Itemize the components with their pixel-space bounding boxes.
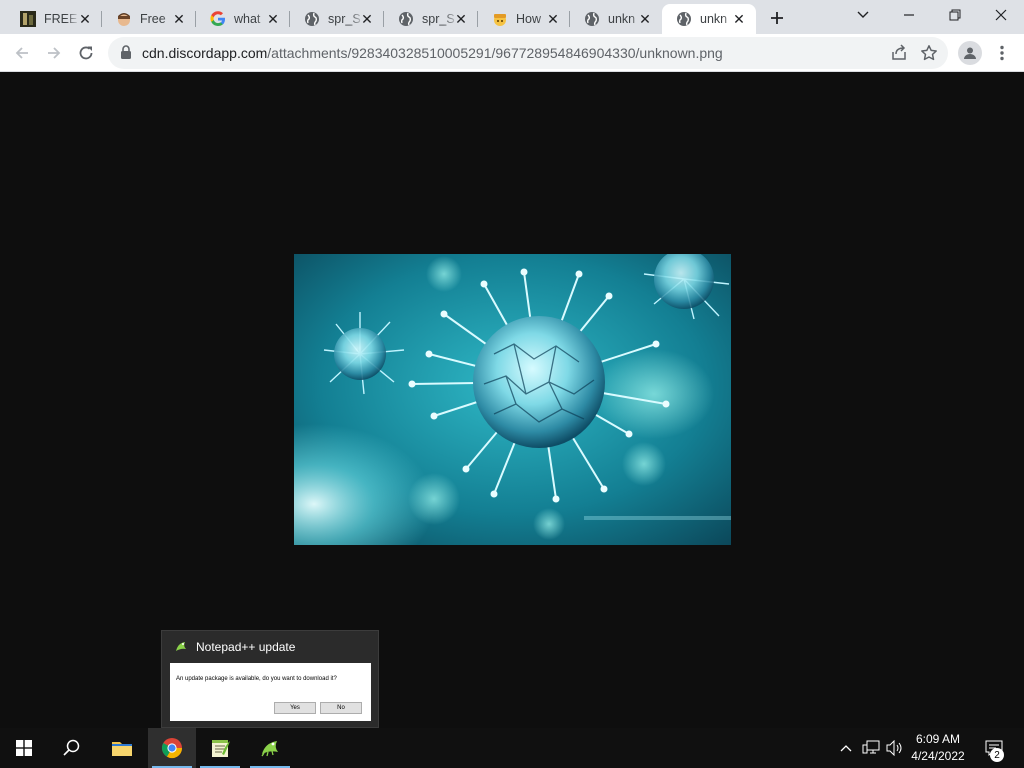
tab-7[interactable]: unkn ✕: [570, 4, 662, 34]
kebab-menu-icon: [1000, 45, 1004, 61]
close-tab-icon[interactable]: ✕: [76, 10, 94, 28]
close-icon: [995, 9, 1007, 21]
clock-time: 6:09 AM: [915, 732, 961, 746]
forward-button[interactable]: [40, 39, 68, 67]
profile-avatar[interactable]: [958, 41, 982, 65]
globe-icon: [398, 11, 414, 27]
close-tab-icon[interactable]: ✕: [452, 10, 470, 28]
notification-count-badge: 2: [990, 748, 1004, 762]
google-favicon-icon: [210, 11, 226, 27]
close-tab-icon[interactable]: ✕: [730, 10, 748, 28]
back-button[interactable]: [8, 39, 36, 67]
tab-3[interactable]: what ✕: [196, 4, 290, 34]
show-hidden-icons-button[interactable]: [836, 728, 856, 768]
chrome-icon: [161, 738, 183, 759]
close-tab-icon[interactable]: ✕: [170, 10, 188, 28]
tab-8-active[interactable]: unkn ✕: [662, 4, 756, 34]
globe-icon: [676, 11, 692, 27]
restore-icon: [949, 9, 961, 21]
avatar-favicon-icon: [116, 11, 132, 27]
close-tab-icon[interactable]: ✕: [544, 10, 562, 28]
notepadpp-editor-icon: [212, 740, 230, 757]
lock-icon: [120, 45, 132, 65]
emoji-favicon-icon: [492, 11, 508, 27]
clock-date: 4/24/2022: [911, 749, 965, 763]
share-icon[interactable]: [890, 44, 908, 67]
system-clock[interactable]: 6:09 AM 4/24/2022: [900, 731, 976, 765]
dialog-message: An update package is available, do you w…: [176, 676, 337, 682]
tab-4[interactable]: spr_S ✕: [290, 4, 384, 34]
tab-6[interactable]: How ✕: [478, 4, 570, 34]
windows-taskbar: 6:09 AM 4/24/2022 2: [0, 728, 1024, 768]
plus-icon: [771, 12, 783, 24]
search-icon: [63, 739, 80, 756]
chrome-menu-button[interactable]: [992, 42, 1012, 64]
arrow-right-icon: [48, 47, 61, 59]
network-icon: [862, 740, 880, 754]
person-icon: [964, 47, 976, 59]
close-tab-icon[interactable]: ✕: [264, 10, 282, 28]
yes-button[interactable]: Yes: [274, 702, 316, 714]
tab-2[interactable]: Free ✕: [102, 4, 196, 34]
folder-icon: [112, 742, 132, 756]
restore-button[interactable]: [932, 0, 978, 30]
search-button[interactable]: [48, 728, 96, 768]
tab-strip: FREE ✕ Free ✕ what ✕ spr_S ✕ spr_S ✕ How: [0, 0, 1024, 34]
close-tab-icon[interactable]: ✕: [358, 10, 376, 28]
reload-button[interactable]: [72, 39, 100, 67]
chevron-up-icon: [840, 745, 852, 752]
file-explorer-button[interactable]: [98, 728, 146, 768]
notepadpp-icon: [174, 640, 188, 654]
new-tab-button[interactable]: [764, 6, 790, 30]
start-button[interactable]: [0, 728, 48, 768]
notepadpp-editor-button[interactable]: [196, 728, 244, 768]
no-button[interactable]: No: [320, 702, 362, 714]
arrow-left-icon: [15, 47, 28, 59]
address-bar[interactable]: cdn.discordapp.com/attachments/928340328…: [108, 37, 948, 69]
url-text: cdn.discordapp.com/attachments/928340328…: [142, 45, 723, 61]
chrome-taskbar-button[interactable]: [148, 728, 196, 768]
globe-icon: [584, 11, 600, 27]
notepadpp-update-dialog: Notepad++ update An update package is av…: [161, 630, 379, 728]
reload-icon: [79, 46, 93, 60]
notepadpp-updater-button[interactable]: [246, 728, 294, 768]
minimize-button[interactable]: [886, 0, 932, 30]
url-path: /attachments/928340328510005291/96772895…: [267, 45, 723, 61]
tab-1[interactable]: FREE ✕: [6, 4, 102, 34]
chevron-down-icon: [857, 11, 869, 18]
dialog-title: Notepad++ update: [196, 640, 296, 654]
virus-image[interactable]: [294, 254, 731, 545]
network-button[interactable]: [860, 728, 882, 768]
notepadpp-updater-icon: [261, 741, 278, 757]
windows-logo-icon: [16, 740, 32, 756]
game-favicon-icon: [20, 11, 36, 27]
close-window-button[interactable]: [978, 0, 1024, 30]
bookmark-star-icon[interactable]: [920, 44, 938, 67]
tab-search-button[interactable]: [840, 0, 886, 30]
dialog-body: An update package is available, do you w…: [170, 663, 371, 721]
tab-5[interactable]: spr_S ✕: [384, 4, 478, 34]
browser-toolbar: cdn.discordapp.com/attachments/928340328…: [0, 34, 1024, 72]
tab-title: FREE: [44, 12, 78, 26]
page-content: [0, 72, 1024, 728]
url-host: cdn.discordapp.com: [142, 45, 268, 61]
globe-icon: [304, 11, 320, 27]
close-tab-icon[interactable]: ✕: [636, 10, 654, 28]
minimize-icon: [904, 14, 914, 16]
